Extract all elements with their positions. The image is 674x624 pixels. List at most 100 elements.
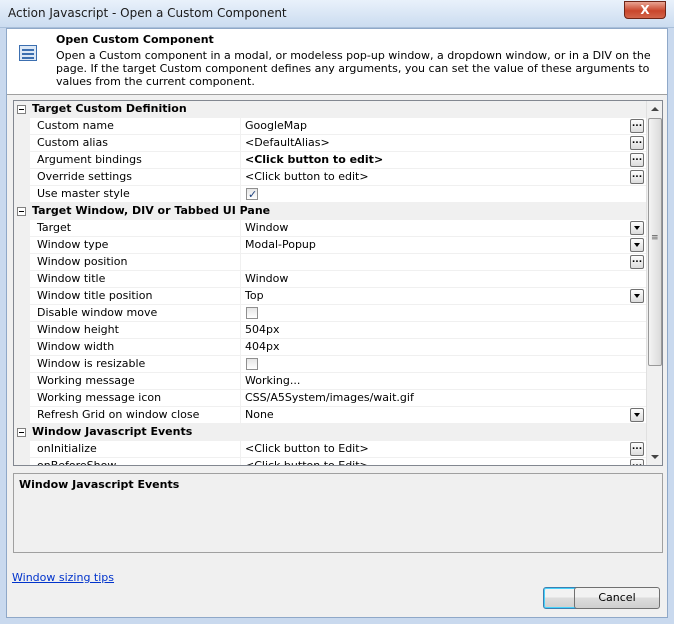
row-gutter: [14, 373, 30, 390]
row-gutter: [14, 186, 30, 203]
dropdown-arrow-icon[interactable]: [630, 289, 644, 303]
scroll-up-arrow-icon[interactable]: [648, 101, 662, 117]
category-header[interactable]: Target Custom Definition: [14, 101, 646, 118]
property-label: Argument bindings: [30, 152, 241, 169]
property-row[interactable]: Disable window move: [14, 305, 646, 322]
property-row[interactable]: Refresh Grid on window close None: [14, 407, 646, 424]
property-label: Custom alias: [30, 135, 241, 152]
property-value-text: 404px: [245, 340, 280, 353]
property-value[interactable]: 404px: [242, 339, 646, 356]
row-gutter: [14, 169, 30, 186]
scroll-down-arrow-icon[interactable]: [648, 449, 662, 465]
property-label: Disable window move: [30, 305, 241, 322]
property-row[interactable]: Custom alias <DefaultAlias>...: [14, 135, 646, 152]
row-gutter: [14, 339, 30, 356]
property-value-text: Top: [245, 289, 264, 302]
property-label: Window title: [30, 271, 241, 288]
property-value-text: Window: [245, 221, 289, 234]
property-value[interactable]: Working...: [242, 373, 646, 390]
dropdown-arrow-icon[interactable]: [630, 238, 644, 252]
property-row[interactable]: Window height 504px: [14, 322, 646, 339]
property-value[interactable]: <Click button to Edit>...: [242, 441, 646, 458]
dialog-header: Open Custom Component Open a Custom comp…: [7, 29, 667, 95]
property-value[interactable]: Window: [242, 271, 646, 288]
property-value[interactable]: None: [242, 407, 646, 424]
property-value[interactable]: <Click button to edit>...: [242, 169, 646, 186]
row-gutter: [14, 322, 30, 339]
ellipsis-button[interactable]: ...: [630, 153, 644, 167]
property-label: onBeforeShow: [30, 458, 241, 465]
property-value[interactable]: CSS/A5System/images/wait.gif: [242, 390, 646, 407]
dropdown-arrow-icon[interactable]: [630, 408, 644, 422]
property-value[interactable]: ✓: [242, 186, 646, 203]
ellipsis-button[interactable]: ...: [630, 136, 644, 150]
dialog-client: Open Custom Component Open a Custom comp…: [6, 28, 668, 618]
property-checkbox[interactable]: ✓: [246, 188, 258, 201]
row-gutter: [14, 390, 30, 407]
property-value[interactable]: GoogleMap...: [242, 118, 646, 135]
property-value-text: <DefaultAlias>: [245, 136, 330, 149]
vertical-scrollbar[interactable]: [646, 101, 662, 465]
ellipsis-button[interactable]: ...: [630, 119, 644, 133]
property-row[interactable]: Window title position Top: [14, 288, 646, 305]
property-row[interactable]: Window width 404px: [14, 339, 646, 356]
property-value[interactable]: ...: [242, 254, 646, 271]
row-gutter: [14, 288, 30, 305]
property-checkbox[interactable]: [246, 358, 258, 370]
property-value[interactable]: Top: [242, 288, 646, 305]
title-bar[interactable]: Action Javascript - Open a Custom Compon…: [0, 0, 674, 28]
property-value[interactable]: [242, 305, 646, 322]
close-button[interactable]: X: [624, 1, 666, 19]
property-grid[interactable]: Target Custom Definition Custom name Googl…: [13, 100, 663, 466]
ellipsis-button[interactable]: ...: [630, 170, 644, 184]
property-row[interactable]: Window title Window: [14, 271, 646, 288]
property-row[interactable]: Use master style ✓: [14, 186, 646, 203]
collapse-icon[interactable]: [17, 207, 26, 216]
scroll-thumb[interactable]: [648, 118, 662, 366]
property-value[interactable]: <DefaultAlias>...: [242, 135, 646, 152]
property-value[interactable]: Window: [242, 220, 646, 237]
property-value[interactable]: <Click button to edit>...: [242, 152, 646, 169]
property-value[interactable]: Modal-Popup: [242, 237, 646, 254]
property-value-text: 504px: [245, 323, 280, 336]
window-sizing-tips-link[interactable]: Window sizing tips: [12, 571, 114, 584]
property-row[interactable]: Window type Modal-Popup: [14, 237, 646, 254]
row-gutter: [14, 220, 30, 237]
category-title: Target Window, DIV or Tabbed UI Pane: [32, 204, 271, 217]
property-checkbox[interactable]: [246, 307, 258, 319]
row-gutter: [14, 305, 30, 322]
cancel-button[interactable]: Cancel: [574, 587, 660, 609]
property-row[interactable]: Target Window: [14, 220, 646, 237]
property-row[interactable]: Working message Working...: [14, 373, 646, 390]
row-gutter: [14, 356, 30, 373]
property-row[interactable]: Window position...: [14, 254, 646, 271]
ellipsis-button[interactable]: ...: [630, 255, 644, 269]
category-title: Window Javascript Events: [32, 425, 193, 438]
property-value-text: Window: [245, 272, 289, 285]
property-value[interactable]: 504px: [242, 322, 646, 339]
property-row[interactable]: Working message icon CSS/A5System/images/…: [14, 390, 646, 407]
header-title: Open Custom Component: [56, 33, 214, 46]
property-row[interactable]: Window is resizable: [14, 356, 646, 373]
collapse-icon[interactable]: [17, 428, 26, 437]
category-header[interactable]: Window Javascript Events: [14, 424, 646, 441]
row-gutter: [14, 118, 30, 135]
property-label: Refresh Grid on window close: [30, 407, 241, 424]
dropdown-arrow-icon[interactable]: [630, 221, 644, 235]
property-row[interactable]: Override settings <Click button to edit>.…: [14, 169, 646, 186]
property-row[interactable]: Argument bindings <Click button to edit>.…: [14, 152, 646, 169]
ellipsis-button[interactable]: ...: [630, 442, 644, 456]
property-row[interactable]: Custom name GoogleMap...: [14, 118, 646, 135]
property-value[interactable]: [242, 356, 646, 373]
property-label: Window width: [30, 339, 241, 356]
property-row[interactable]: onBeforeShow <Click button to Edit>...: [14, 458, 646, 465]
row-gutter: [14, 407, 30, 424]
collapse-icon[interactable]: [17, 105, 26, 114]
category-header[interactable]: Target Window, DIV or Tabbed UI Pane: [14, 203, 646, 220]
property-value[interactable]: <Click button to Edit>...: [242, 458, 646, 465]
property-label: Working message icon: [30, 390, 241, 407]
ellipsis-button[interactable]: ...: [630, 459, 644, 465]
property-row[interactable]: onInitialize <Click button to Edit>...: [14, 441, 646, 458]
property-label: Use master style: [30, 186, 241, 203]
property-value-text: CSS/A5System/images/wait.gif: [245, 391, 414, 404]
